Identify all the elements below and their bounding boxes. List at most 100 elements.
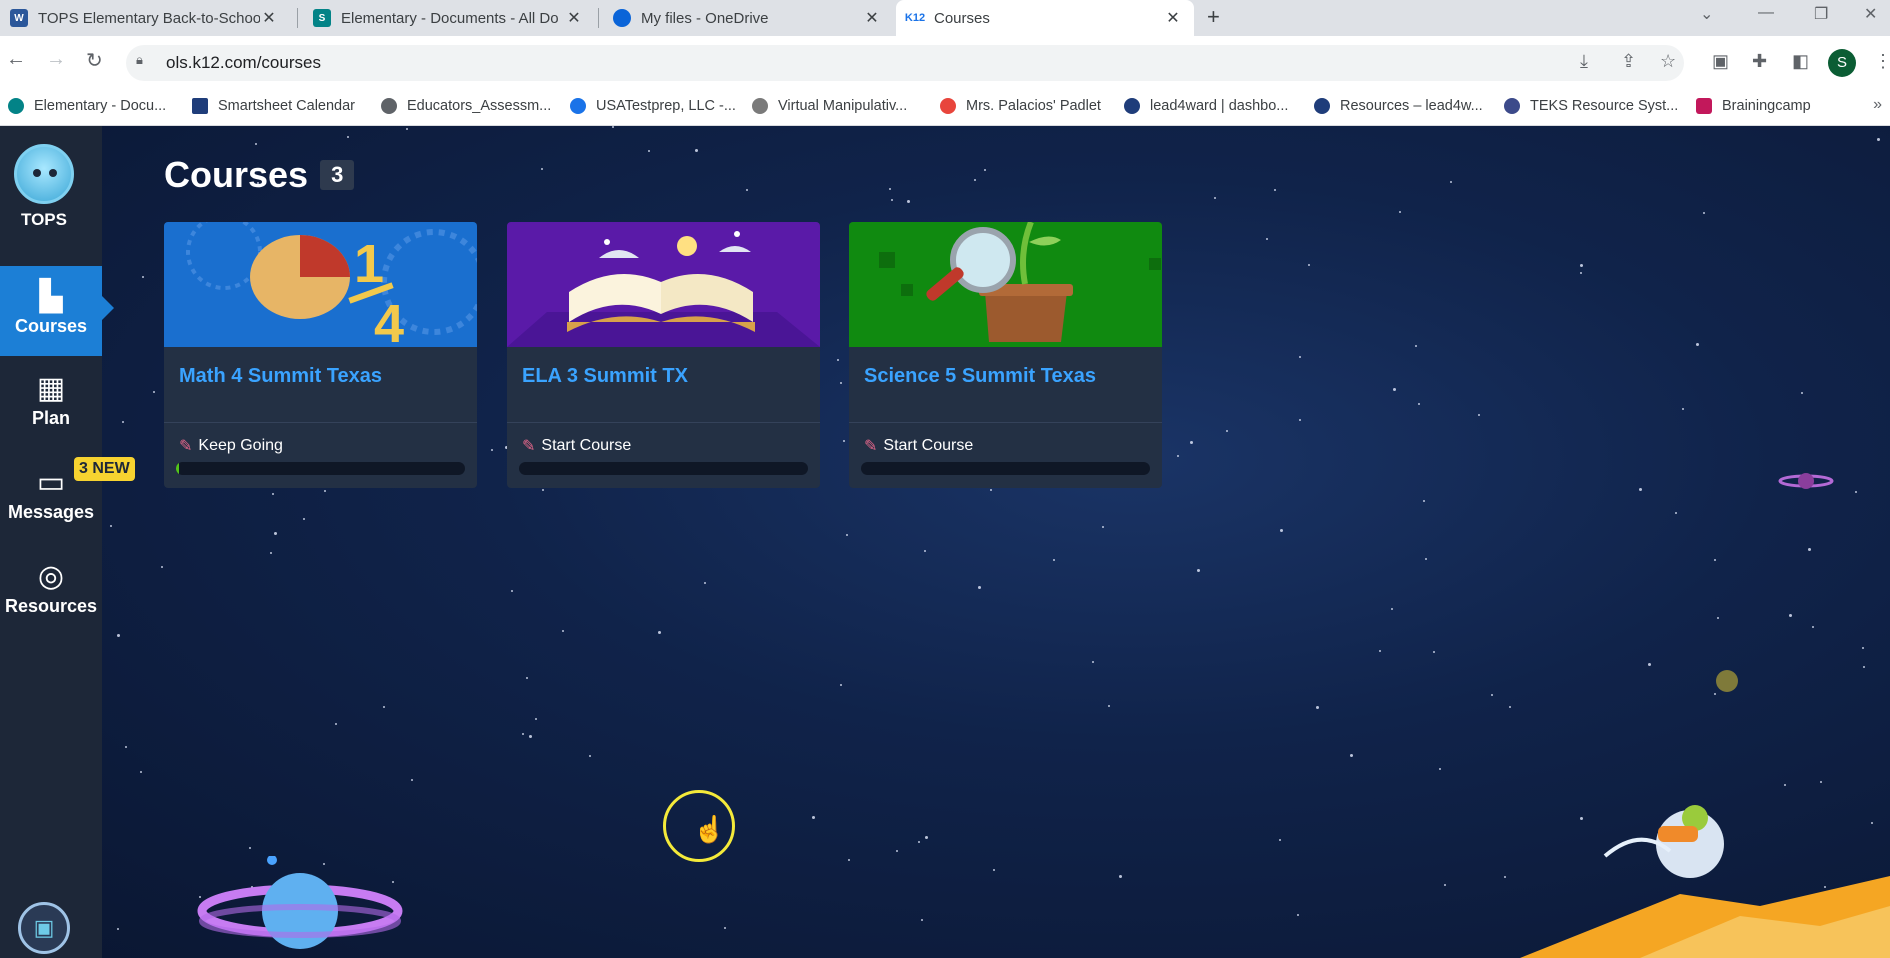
star-dot [1107, 704, 1110, 707]
planet-illustration [1778, 473, 1834, 489]
sidebar-item-resources[interactable]: ◎ Resources [0, 546, 102, 636]
hand-cursor-icon: ☝ [693, 814, 726, 844]
mascot-avatar-icon [14, 144, 74, 204]
svg-text:1: 1 [354, 234, 384, 294]
bookmark-item[interactable]: Educators_Assessm... [381, 98, 551, 114]
close-icon[interactable]: ✕ [260, 8, 278, 28]
pencil-icon: ✎ [522, 438, 536, 455]
install-icon[interactable]: ⤓ [1580, 51, 1588, 72]
star-dot [490, 448, 493, 451]
side-panel-icon[interactable]: ◧ [1792, 51, 1809, 72]
astronaut-illustration [1520, 805, 1890, 958]
progress-fill [176, 462, 179, 475]
star-dot [522, 732, 525, 735]
logo-label: TOPS [21, 210, 67, 229]
course-title[interactable]: Math 4 Summit Texas [164, 347, 477, 423]
menu-icon[interactable]: ⋮ [1874, 51, 1890, 72]
course-status: ✎ Start Course [864, 436, 973, 456]
close-icon[interactable]: ✕ [1164, 8, 1182, 28]
planet-illustration [197, 856, 403, 949]
forward-icon[interactable]: → [46, 48, 66, 71]
bookmark-item[interactable]: Mrs. Palacios' Padlet [940, 98, 1101, 114]
restore-icon[interactable]: ❐ [1814, 4, 1828, 24]
sidebar: TOPS ▙ Courses ▦ Plan ▭ Messages ◎ Resou… [0, 126, 102, 958]
star-dot [273, 531, 277, 535]
star-dot [303, 517, 306, 520]
pencil-icon: ✎ [864, 438, 878, 455]
course-count-badge: 3 [320, 160, 355, 190]
back-icon[interactable]: ← [6, 48, 26, 71]
course-card[interactable]: Science 5 Summit Texas ✎ Start Course [849, 222, 1162, 488]
star-dot [811, 815, 815, 819]
extensions-puzzle-icon[interactable]: ✚ [1752, 51, 1767, 72]
bookmark-item[interactable]: lead4ward | dashbo... [1124, 98, 1288, 114]
page-title: Courses [164, 154, 309, 195]
globe-icon: ◎ [37, 560, 65, 593]
more-bookmarks-icon[interactable]: » [1873, 96, 1882, 114]
star-dot [1414, 344, 1417, 347]
bookmark-item[interactable]: Brainingcamp [1696, 98, 1811, 114]
help-widget-button[interactable]: ▣ [18, 902, 70, 954]
pie-fraction-icon: 1 4 [164, 222, 477, 347]
sidebar-item-label: Courses [14, 316, 88, 336]
minimize-icon[interactable]: — [1758, 4, 1774, 22]
course-card[interactable]: 1 4 Math 4 Summit Texas ✎ Keep Going [164, 222, 477, 488]
tops-logo[interactable]: TOPS [0, 144, 88, 230]
profile-avatar[interactable]: S [1828, 49, 1856, 77]
tab-search-icon[interactable]: ⌄ [1700, 4, 1713, 24]
star-dot [1812, 625, 1815, 628]
share-icon[interactable]: ⇪ [1621, 51, 1636, 72]
lead4ward-icon [1314, 98, 1330, 114]
star-dot [249, 846, 252, 849]
course-status-label: Start Course [541, 437, 632, 454]
reload-icon[interactable]: ↻ [86, 48, 103, 73]
active-nav-pointer [102, 296, 114, 320]
tab-courses[interactable]: K12 Courses ✕ [896, 0, 1194, 36]
bookmark-item[interactable]: Resources – lead4w... [1314, 98, 1483, 114]
bookmark-star-icon[interactable]: ☆ [1660, 51, 1676, 72]
onedrive-icon [613, 9, 631, 27]
bookmark-item[interactable]: Elementary - Docu... [8, 98, 166, 114]
close-icon[interactable]: ✕ [863, 8, 881, 28]
star-dot [1278, 839, 1281, 842]
lock-icon[interactable]: 🔒︎ [136, 52, 143, 68]
star-dot [410, 778, 413, 781]
course-card[interactable]: ELA 3 Summit TX ✎ Start Course [507, 222, 820, 488]
tab-tops-elementary[interactable]: W TOPS Elementary Back-to-School ✕ [0, 0, 290, 36]
close-icon[interactable]: ✕ [565, 8, 583, 28]
bookmark-item[interactable]: USATestprep, LLC -... [570, 98, 736, 114]
star-dot [1265, 237, 1268, 240]
k12-app: TOPS ▙ Courses ▦ Plan ▭ Messages ◎ Resou… [0, 126, 1890, 958]
word-icon: W [10, 9, 28, 27]
tab-onedrive[interactable]: My files - OneDrive ✕ [603, 0, 893, 36]
star-dot [1639, 487, 1643, 491]
usatestprep-icon [570, 98, 586, 114]
messages-new-badge: 3 NEW [74, 457, 135, 481]
star-dot [142, 275, 145, 278]
star-dot [1647, 662, 1651, 666]
bookmark-item[interactable]: TEKS Resource Syst... [1504, 98, 1678, 114]
tab-elementary-documents[interactable]: S Elementary - Documents - All Do ✕ [303, 0, 595, 36]
star-dot [1432, 651, 1435, 654]
star-dot [695, 148, 699, 152]
tab-title: Courses [934, 9, 990, 27]
calendar-check-icon: ▦ [36, 372, 66, 405]
sidebar-item-courses[interactable]: ▙ Courses [0, 266, 102, 356]
bookmark-item[interactable]: Virtual Manipulativ... [752, 98, 907, 114]
window-close-icon[interactable]: ✕ [1864, 4, 1877, 24]
bookmark-item[interactable]: Smartsheet Calendar [192, 98, 355, 114]
star-dot [588, 754, 591, 757]
star-dot [1819, 780, 1822, 783]
star-dot [1052, 559, 1055, 562]
globe-icon [381, 98, 397, 114]
star-dot [1398, 210, 1401, 213]
address-bar[interactable] [126, 45, 1684, 81]
tab-title: My files - OneDrive [641, 9, 769, 27]
sidebar-item-plan[interactable]: ▦ Plan [0, 358, 102, 448]
new-tab-button[interactable]: + [1207, 4, 1220, 30]
url-text[interactable]: ols.k12.com/courses [166, 53, 321, 73]
extension-app-icon[interactable]: ▣ [1712, 51, 1729, 72]
course-title[interactable]: Science 5 Summit Texas [849, 347, 1162, 423]
course-title[interactable]: ELA 3 Summit TX [507, 347, 820, 423]
course-progress-bar [861, 462, 1150, 475]
